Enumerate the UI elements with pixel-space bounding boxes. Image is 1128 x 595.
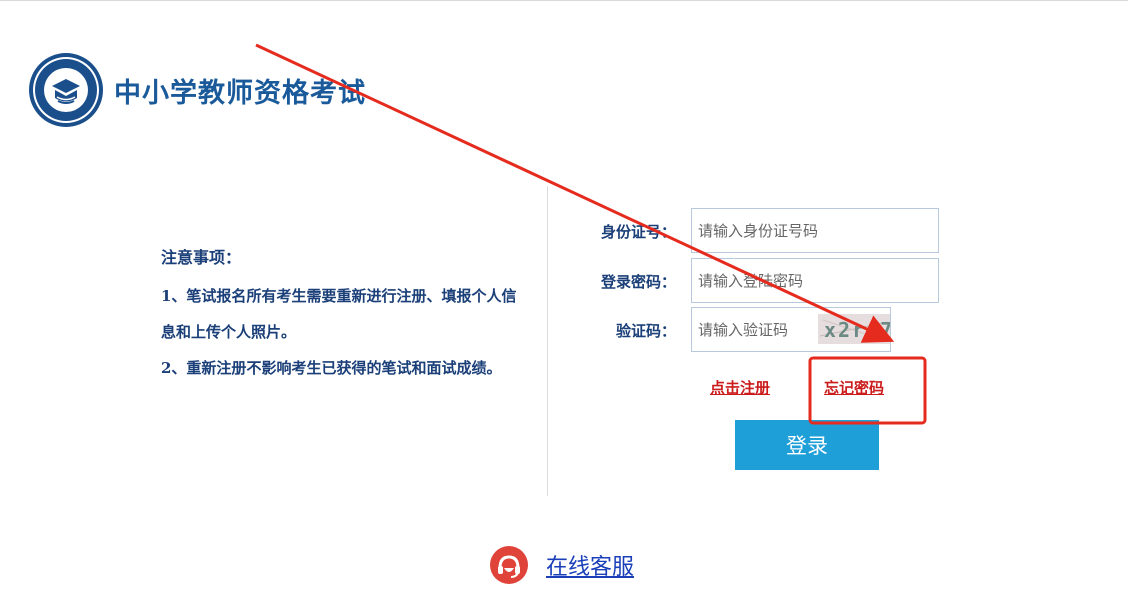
headset-icon (490, 546, 528, 584)
site-logo[interactable]: 中小学教师资格考试 (28, 52, 366, 128)
id-number-input[interactable] (691, 208, 939, 253)
notice-title: 注意事项： (161, 248, 242, 267)
captcha-label: 验证码： (615, 322, 676, 340)
vertical-divider (547, 186, 548, 496)
forgot-password-link[interactable]: 忘记密码 (824, 377, 884, 398)
site-title: 中小学教师资格考试 (114, 77, 366, 109)
captcha-image[interactable]: x2r 7 (818, 314, 890, 344)
notice-item: 2、重新注册不影响考生已获得的笔试和面试成绩。 (161, 359, 502, 377)
id-number-label: 身份证号： (600, 223, 676, 241)
online-service-link[interactable]: 在线客服 (546, 549, 634, 581)
notice-panel: 注意事项： 1、笔试报名所有考生需要重新进行注册、填报个人信息和上传个人照片。 … (161, 244, 531, 386)
login-button[interactable]: 登录 (735, 420, 879, 470)
register-link[interactable]: 点击注册 (710, 377, 770, 398)
password-label: 登录密码： (600, 273, 676, 291)
top-divider (0, 0, 1128, 1)
online-service[interactable]: 在线客服 (490, 546, 634, 584)
captcha-text: x2r 7 (824, 318, 890, 342)
notice-item: 1、笔试报名所有考生需要重新进行注册、填报个人信息和上传个人照片。 (161, 287, 517, 341)
password-input[interactable] (691, 258, 939, 303)
exam-seal-logo-icon (29, 53, 103, 127)
